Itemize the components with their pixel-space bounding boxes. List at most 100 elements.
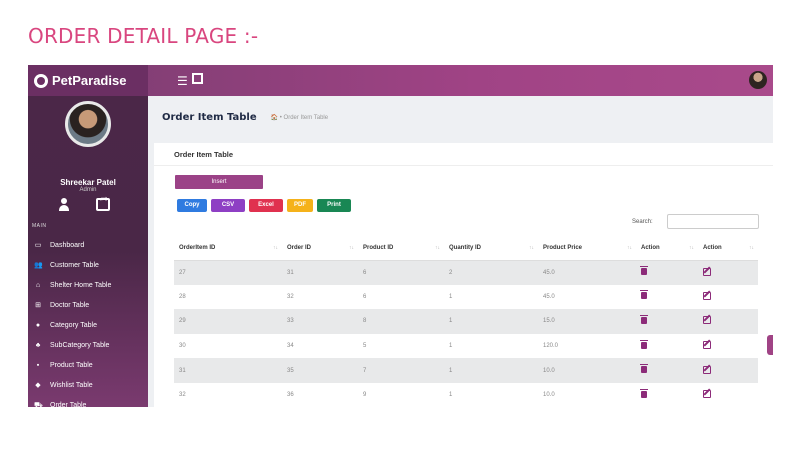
sort-icon[interactable]: ↑↓ — [529, 245, 534, 251]
table-cell: 28 — [174, 284, 282, 310]
sidebar-section-label: MAIN — [32, 223, 47, 229]
sidebar-item-label: Customer Table — [50, 262, 99, 270]
column-header[interactable]: Order ID ↑↓ — [282, 237, 358, 261]
insert-button[interactable]: Insert — [175, 175, 263, 189]
user-icon[interactable] — [58, 198, 70, 211]
table-card: Order Item Table Insert Copy CSV Excel PDF P… — [154, 143, 773, 407]
table-cell: 1 — [444, 309, 538, 334]
fullscreen-icon[interactable] — [192, 73, 203, 84]
table-row: 28 32 6 1 45.0 — [174, 284, 758, 310]
table-cell: 45.0 — [538, 260, 636, 285]
table-cell: 120.0 — [538, 333, 636, 359]
edit-icon[interactable] — [703, 365, 711, 374]
pdf-button[interactable]: PDF — [287, 199, 313, 212]
table-cell: 1 — [444, 358, 538, 383]
table-row: 30 34 5 1 120.0 — [174, 333, 758, 359]
sidebar-item-shelter-home-table[interactable]: ⌂ Shelter Home Table — [28, 276, 148, 296]
profile-role: Admin — [79, 187, 97, 193]
edit-icon[interactable] — [703, 341, 711, 350]
search-label: Search: — [632, 219, 653, 225]
sidebar-item-customer-table[interactable]: 👥 Customer Table — [28, 256, 148, 276]
column-header[interactable]: Product ID ↑↓ — [358, 237, 444, 261]
sidebar-item-order-table[interactable]: ⛟ Order Table — [28, 395, 148, 407]
column-header[interactable]: Action ↑↓ — [636, 237, 698, 261]
table-cell: 6 — [358, 260, 444, 285]
sort-icon[interactable]: ↑↓ — [349, 245, 354, 251]
export-button-group: Copy CSV Excel PDF Print — [177, 199, 351, 212]
sidebar-item-doctor-table[interactable]: ⊞ Doctor Table — [28, 296, 148, 316]
column-header[interactable]: Quantity ID ↑↓ — [444, 237, 538, 261]
sidebar-item-label: Order Table — [50, 401, 87, 407]
sidebar-item-product-table[interactable]: ▪ Product Table — [28, 355, 148, 375]
table-row: 32 36 9 1 10.0 — [174, 382, 758, 407]
column-header-label: Action — [703, 245, 722, 252]
table-cell: 1 — [444, 382, 538, 407]
sort-icon[interactable]: ↑↓ — [435, 245, 440, 251]
print-button[interactable]: Print — [317, 199, 351, 212]
delete-icon[interactable] — [640, 266, 648, 276]
delete-cell — [636, 358, 698, 383]
edit-icon[interactable] — [703, 291, 711, 300]
delete-icon[interactable] — [640, 314, 648, 324]
table-cell: 31 — [174, 358, 282, 383]
table-row: 27 31 6 2 45.0 — [174, 260, 758, 285]
monitor-icon: ▭ — [34, 242, 42, 250]
search-input[interactable] — [667, 214, 759, 229]
table-cell: 10.0 — [538, 382, 636, 407]
table-cell: 10.0 — [538, 358, 636, 383]
table-cell: 1 — [444, 284, 538, 310]
sidebar-item-subcategory-table[interactable]: ♣ SubCategory Table — [28, 335, 148, 355]
sort-icon[interactable]: ↑↓ — [749, 245, 754, 251]
plus-square-icon: ⊞ — [35, 302, 41, 310]
user-avatar[interactable] — [749, 71, 767, 89]
breadcrumb[interactable]: 🏠 • Order Item Table — [271, 114, 328, 121]
logout-icon[interactable] — [96, 194, 110, 211]
edit-icon[interactable] — [703, 316, 711, 325]
delete-icon[interactable] — [640, 290, 648, 300]
column-header[interactable]: Product Price ↑↓ — [538, 237, 636, 261]
table-cell: 8 — [358, 309, 444, 334]
page-title: Order Item Table — [162, 112, 257, 123]
settings-side-tab[interactable] — [767, 335, 773, 355]
profile-actions — [58, 194, 128, 214]
delete-cell — [636, 309, 698, 334]
column-header[interactable]: Action ↑↓ — [698, 237, 758, 261]
sidebar-item-label: Category Table — [50, 322, 97, 329]
column-header-label: OrderItem ID — [179, 245, 216, 252]
hamburger-menu-icon[interactable]: ☰ — [177, 74, 188, 88]
edit-icon[interactable] — [703, 267, 711, 276]
edit-cell — [698, 309, 758, 334]
table-cell: 2 — [444, 260, 538, 285]
brand[interactable]: PetParadise — [28, 65, 148, 96]
excel-button[interactable]: Excel — [249, 199, 283, 212]
table-cell: 36 — [282, 382, 358, 407]
column-header-label: Product Price — [543, 245, 583, 252]
sidebar-item-category-table[interactable]: ● Category Table — [28, 316, 148, 336]
delete-icon[interactable] — [640, 364, 648, 374]
sidebar-item-dashboard[interactable]: ▭ Dashboard — [28, 236, 148, 256]
edit-icon[interactable] — [703, 390, 711, 399]
profile-name: Shreekar Patel — [60, 178, 116, 187]
edit-cell — [698, 284, 758, 310]
column-header[interactable]: OrderItem ID ↑↓ — [174, 237, 282, 261]
delete-icon[interactable] — [640, 388, 648, 398]
delete-icon[interactable] — [640, 339, 648, 349]
table-cell: 27 — [174, 260, 282, 285]
card-title: Order Item Table — [174, 150, 234, 159]
table-cell: 1 — [444, 333, 538, 359]
copy-button[interactable]: Copy — [177, 199, 207, 212]
table-cell: 29 — [174, 309, 282, 334]
sidebar-item-wishlist-table[interactable]: ◆ Wishlist Table — [28, 375, 148, 395]
column-header-label: Order ID — [287, 245, 312, 252]
sort-icon[interactable]: ↑↓ — [627, 245, 632, 251]
table-body: 27 31 6 2 45.0 28 32 6 1 45.0 29 33 8 1 15.0 30 34 5 1 120.… — [174, 260, 758, 407]
table-cell: 30 — [174, 333, 282, 359]
sort-icon[interactable]: ↑↓ — [273, 245, 278, 251]
page-header: Order Item Table 🏠 • Order Item Table — [162, 112, 328, 123]
sidebar-item-label: Dashboard — [50, 242, 85, 250]
sidebar: Shreekar Patel Admin MAIN ▭ Dashboard 👥 Cus… — [28, 96, 148, 407]
sort-icon[interactable]: ↑↓ — [689, 245, 694, 251]
csv-button[interactable]: CSV — [211, 199, 245, 212]
paw-icon: ♣ — [35, 341, 41, 349]
slide-title: ORDER DETAIL PAGE :- — [28, 24, 259, 48]
